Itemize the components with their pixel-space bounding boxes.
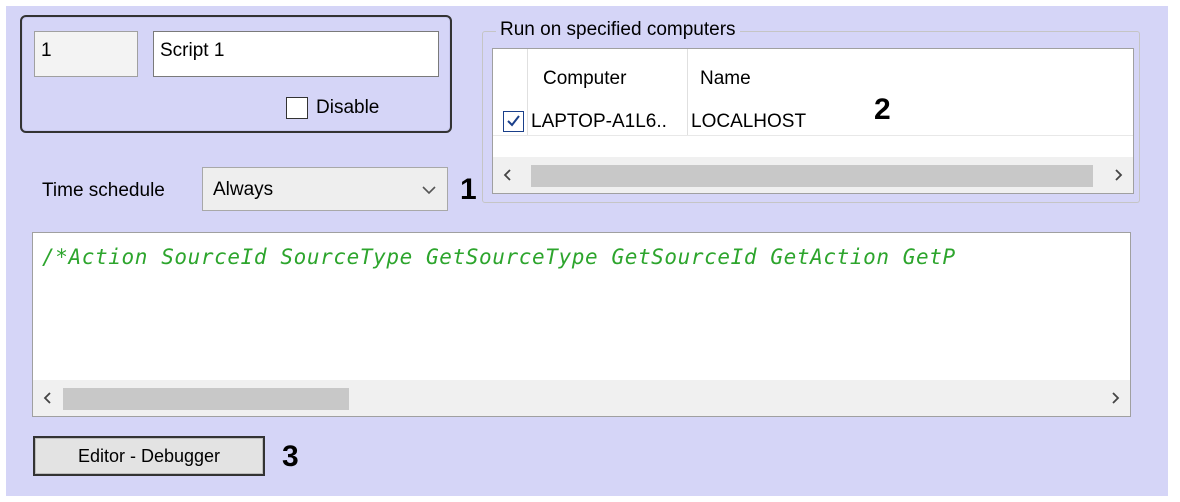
column-divider[interactable]: [687, 49, 688, 135]
editor-debugger-button[interactable]: Editor - Debugger: [33, 436, 265, 476]
callout-2: 2: [874, 93, 891, 126]
row-separator: [493, 135, 1133, 136]
row-checkbox[interactable]: [503, 111, 524, 132]
script-settings-panel: 1 Script 1 Disable Time schedule Always …: [6, 6, 1168, 496]
script-code-text[interactable]: /*Action SourceId SourceType GetSourceTy…: [42, 243, 956, 271]
column-header-computer[interactable]: Computer: [543, 49, 626, 109]
callout-3: 3: [282, 440, 299, 473]
time-schedule-selected-value: Always: [213, 179, 274, 200]
editor-horizontal-scrollbar[interactable]: [33, 380, 1130, 416]
editor-scrollbar-thumb[interactable]: [63, 388, 349, 410]
script-identity-group: 1 Script 1 Disable: [20, 15, 452, 133]
chevron-left-icon[interactable]: [493, 157, 523, 193]
computers-horizontal-scrollbar[interactable]: [493, 157, 1133, 193]
checkmark-icon: [507, 115, 520, 127]
chevron-down-icon: [421, 168, 437, 228]
chevron-right-icon[interactable]: [1100, 380, 1130, 416]
computers-scrollbar-thumb[interactable]: [531, 165, 1093, 187]
disable-label: Disable: [316, 97, 380, 118]
script-id-field[interactable]: 1: [34, 31, 138, 77]
row-name-cell[interactable]: LOCALHOST: [691, 109, 806, 135]
time-schedule-select[interactable]: Always: [202, 167, 448, 211]
computers-table: Computer Name LAPTOP-A1L6.. LOCALHOST: [492, 48, 1134, 194]
chevron-right-icon[interactable]: [1103, 157, 1133, 193]
computers-group-title: Run on specified computers: [496, 17, 740, 43]
callout-1: 1: [460, 173, 477, 206]
script-name-field[interactable]: Script 1: [153, 31, 439, 77]
column-divider: [527, 49, 528, 135]
disable-checkbox[interactable]: [286, 97, 308, 119]
column-header-name[interactable]: Name: [700, 49, 751, 109]
row-computer-cell[interactable]: LAPTOP-A1L6..: [531, 109, 667, 135]
chevron-left-icon[interactable]: [33, 380, 63, 416]
script-code-editor[interactable]: /*Action SourceId SourceType GetSourceTy…: [32, 232, 1131, 417]
time-schedule-label: Time schedule: [42, 180, 165, 201]
